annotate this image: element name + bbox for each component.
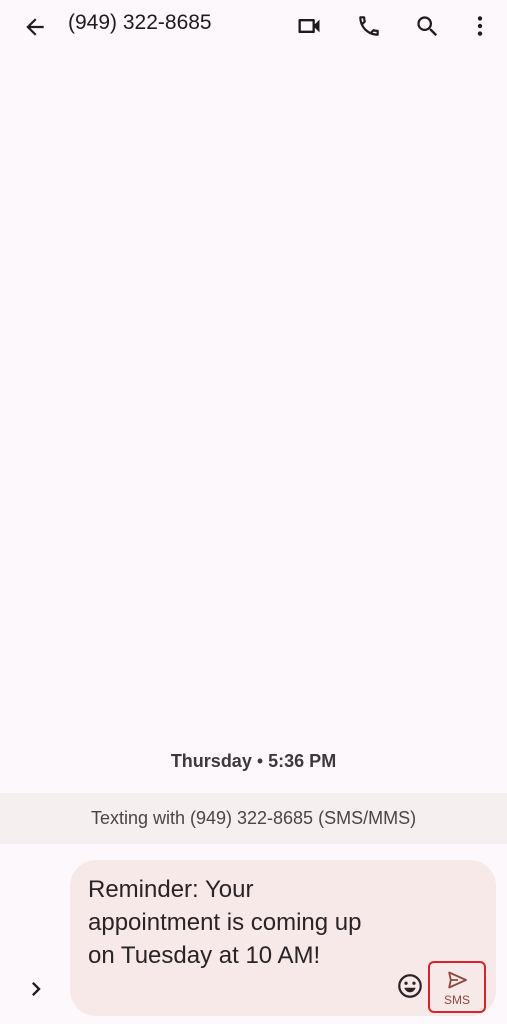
contact-title: (949) 322-8685 xyxy=(68,11,212,34)
video-call-button[interactable] xyxy=(294,11,324,41)
emoji-button[interactable] xyxy=(396,972,424,1000)
message-timestamp: Thursday • 5:36 PM xyxy=(0,751,507,772)
timestamp-day: Thursday xyxy=(170,751,252,771)
phone-icon xyxy=(359,16,379,36)
send-sms-label: SMS xyxy=(443,992,470,1007)
message-input[interactable]: Reminder: Your appointment is coming up … xyxy=(88,873,388,972)
more-options-button[interactable] xyxy=(466,11,494,41)
expand-attachments-button[interactable] xyxy=(22,975,50,1003)
timestamp-time: 5:36 PM xyxy=(268,751,337,771)
send-icon xyxy=(448,971,467,988)
video-call-icon xyxy=(298,19,320,33)
emoji-icon xyxy=(398,974,422,998)
arrow-back-icon xyxy=(26,18,44,36)
search-button[interactable] xyxy=(412,11,442,41)
texting-with-banner: Texting with (949) 322-8685 (SMS/MMS) xyxy=(0,793,507,844)
call-button[interactable] xyxy=(354,11,384,41)
compose-box[interactable]: Reminder: Your appointment is coming up … xyxy=(70,860,496,1016)
top-app-bar: (949) 322-8685 xyxy=(0,0,507,52)
send-sms-button[interactable]: SMS xyxy=(428,961,486,1013)
timestamp-separator: • xyxy=(251,751,269,771)
more-vert-icon xyxy=(477,16,483,36)
back-button[interactable] xyxy=(20,12,50,42)
search-icon xyxy=(416,15,437,36)
chevron-right-icon xyxy=(32,982,41,996)
